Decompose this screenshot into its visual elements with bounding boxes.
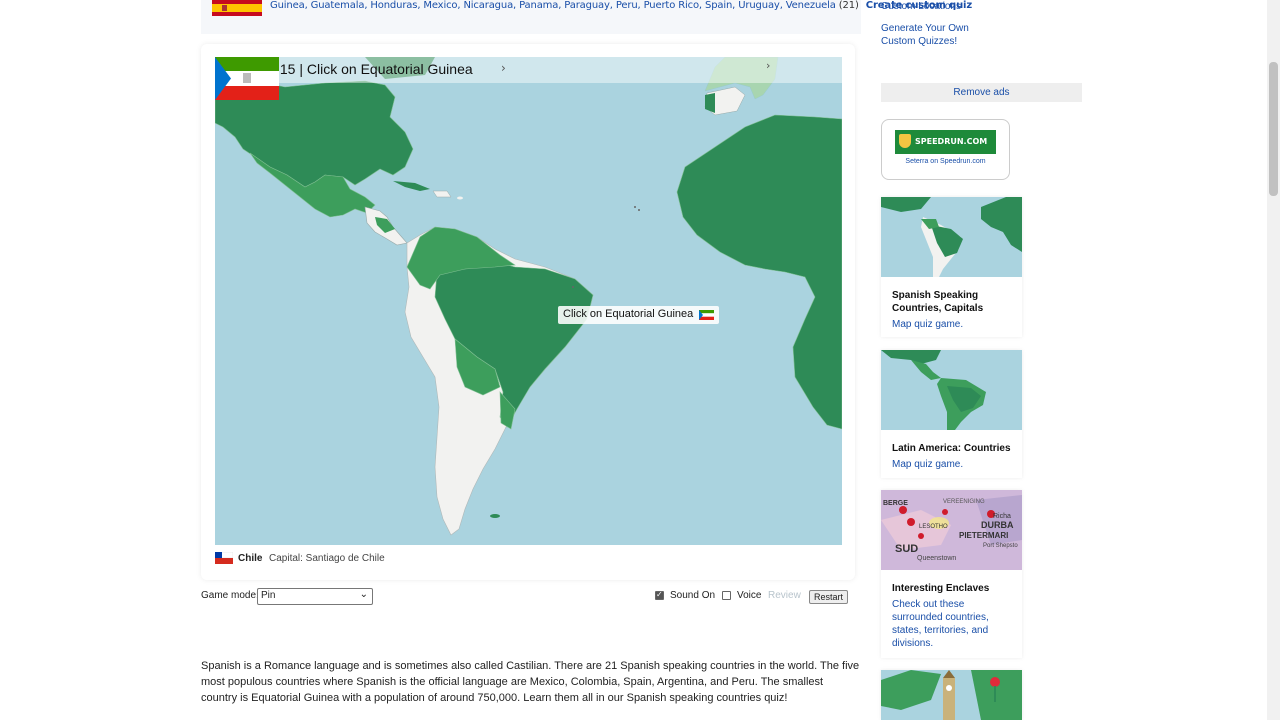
voice-checkbox[interactable] bbox=[722, 591, 731, 600]
review-button[interactable]: Review bbox=[768, 590, 801, 601]
tile-illustration-thumbnail bbox=[881, 670, 1022, 720]
equatorial-guinea-flag-icon bbox=[215, 57, 279, 100]
country-count: (21) bbox=[838, 0, 859, 11]
quiz-map[interactable]: 100% | 0:15 | Click on Equatorial Guinea… bbox=[215, 57, 842, 545]
tile-map-thumbnail bbox=[881, 350, 1022, 430]
generate-quizzes-link-line1[interactable]: Generate Your Own bbox=[881, 22, 969, 35]
tile-title-line1: Spanish Speaking bbox=[892, 290, 979, 301]
target-tooltip: Click on Equatorial Guinea bbox=[558, 306, 719, 324]
trophy-icon bbox=[899, 134, 911, 148]
custom-locations-link[interactable]: Custom Locations bbox=[881, 0, 961, 13]
related-quiz-tile-europe[interactable] bbox=[881, 670, 1022, 720]
speedrun-logo: SPEEDRUN.COM bbox=[895, 130, 996, 154]
tile-subtitle-line4[interactable]: divisions. bbox=[892, 637, 933, 650]
tile-map-thumbnail bbox=[881, 197, 1022, 277]
map-svg[interactable] bbox=[215, 57, 842, 545]
last-country-name: Chile bbox=[238, 553, 263, 564]
tile-title: Latin America: Countries bbox=[892, 443, 1011, 454]
last-country-capital: Capital: Santiago de Chile bbox=[269, 553, 385, 564]
tile-subtitle[interactable]: Map quiz game. bbox=[892, 318, 963, 331]
restart-button[interactable]: Restart bbox=[809, 590, 848, 604]
sound-checkbox[interactable] bbox=[655, 590, 664, 600]
collapse-arrow-icon[interactable]: › bbox=[501, 61, 506, 75]
country-list: Guinea, Guatemala, Honduras, Mexico, Nic… bbox=[270, 0, 972, 12]
speedrun-logo-text: SPEEDRUN.COM bbox=[915, 137, 988, 146]
thumb-label: Richa bbox=[993, 513, 1011, 520]
thumb-label: DURBA bbox=[981, 520, 1014, 530]
chile-flag-icon bbox=[215, 552, 233, 564]
flag-toggle-icon[interactable]: › bbox=[766, 59, 770, 72]
related-quiz-tile-latin-america[interactable]: Latin America: Countries Map quiz game. bbox=[881, 350, 1022, 478]
tile-subtitle-line3[interactable]: states, territories, and bbox=[892, 624, 988, 637]
tooltip-text: Click on Equatorial Guinea bbox=[563, 308, 694, 320]
thumb-label: LESOTHO bbox=[919, 524, 948, 530]
thumb-label: BERGE bbox=[883, 500, 908, 507]
tile-title: Interesting Enclaves bbox=[892, 583, 990, 594]
sound-label: Sound On bbox=[670, 590, 716, 601]
thumb-label: Queenstown bbox=[917, 555, 956, 562]
equatorial-guinea-mini-flag-icon bbox=[699, 310, 714, 320]
speedrun-badge[interactable]: SPEEDRUN.COM Seterra on Speedrun.com bbox=[881, 119, 1010, 180]
tile-subtitle[interactable]: Map quiz game. bbox=[892, 458, 963, 471]
game-mode-select[interactable]: Pin ⌄ bbox=[257, 588, 373, 605]
tile-subtitle-line2[interactable]: surrounded countries, bbox=[892, 611, 989, 624]
voice-label: Voice bbox=[737, 590, 762, 601]
related-quiz-tile-enclaves[interactable]: VEREENIGING BERGE Richa DURBA PIETERMARI… bbox=[881, 490, 1022, 658]
enclaves-photo-thumbnail: VEREENIGING BERGE Richa DURBA PIETERMARI… bbox=[881, 490, 1022, 570]
related-quiz-tile-spanish-capitals[interactable]: Spanish Speaking Countries, Capitals Map… bbox=[881, 197, 1022, 337]
thumb-label: Port Shepsto bbox=[983, 543, 1018, 549]
chevron-down-icon: ⌄ bbox=[359, 589, 368, 600]
page-scrollbar[interactable] bbox=[1267, 0, 1280, 720]
game-mode-label: Game mode: bbox=[201, 590, 259, 601]
quiz-description: Spanish is a Romance language and is som… bbox=[201, 660, 860, 704]
scrollbar-thumb[interactable] bbox=[1269, 62, 1278, 196]
spain-flag-icon bbox=[212, 0, 262, 16]
thumb-label: PIETERMARI bbox=[959, 531, 1008, 540]
country-list-text[interactable]: Guinea, Guatemala, Honduras, Mexico, Nic… bbox=[270, 0, 836, 11]
game-mode-value: Pin bbox=[261, 590, 276, 601]
tile-title-line2: Countries, Capitals bbox=[892, 303, 984, 314]
remove-ads-link[interactable]: Remove ads bbox=[881, 83, 1082, 102]
thumb-label: SUD bbox=[895, 543, 918, 555]
tile-subtitle-line1[interactable]: Check out these bbox=[892, 598, 964, 611]
generate-quizzes-link-line2[interactable]: Custom Quizzes! bbox=[881, 35, 957, 48]
thumb-label: VEREENIGING bbox=[943, 499, 985, 505]
speedrun-caption: Seterra on Speedrun.com bbox=[905, 158, 986, 165]
